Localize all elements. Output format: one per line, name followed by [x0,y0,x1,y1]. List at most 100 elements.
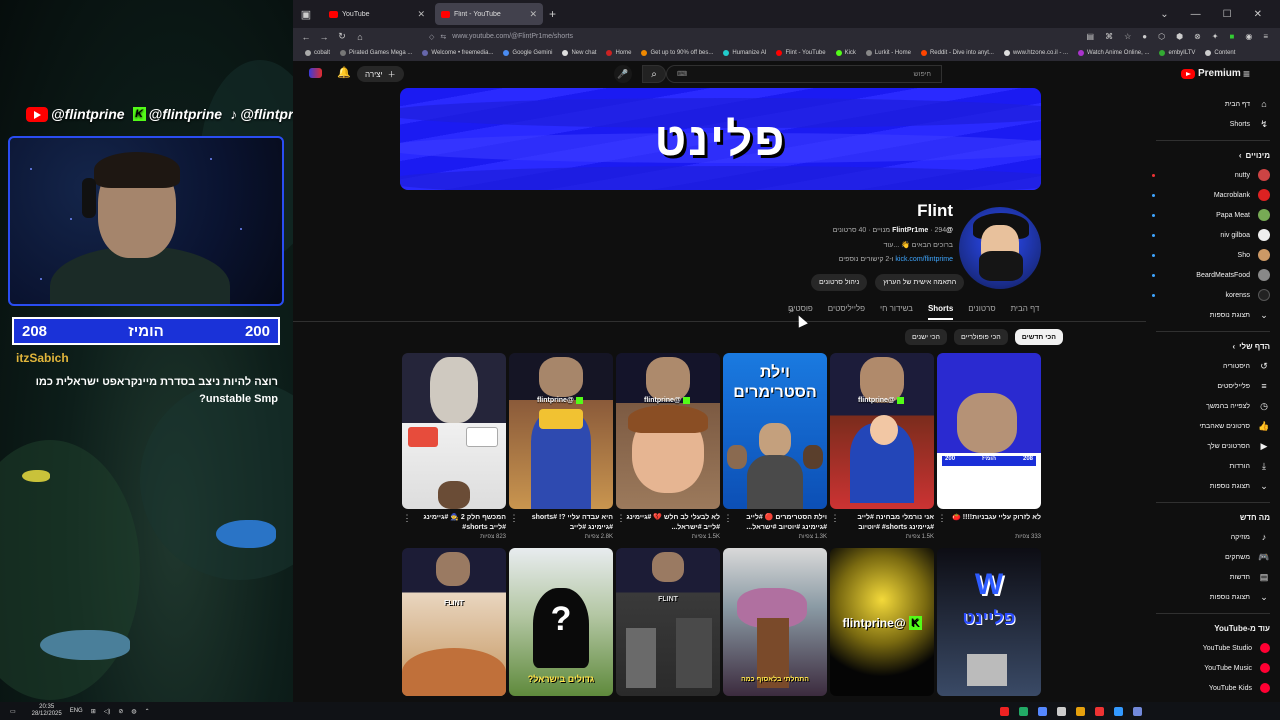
manage-videos-button[interactable]: ניהול סרטונים [811,274,868,291]
tray-icon[interactable]: ⊘ [118,708,123,715]
channel-link[interactable]: kick.com/flintprime [895,256,953,263]
bookmark-item[interactable]: Lurkit - Home [865,50,911,56]
short-title[interactable]: וילת הסטרימרים 🔴 #לייב #גיימינג #יוטיוב … [733,513,827,533]
close-window-button[interactable]: ✕ [1254,9,1262,20]
more-options-icon[interactable]: ⋮ [509,513,519,540]
short-card[interactable]: @flintprine לא לבעלי לב חלש 💔 #גיימינג #… [616,353,720,540]
app-icon[interactable] [1018,706,1028,716]
short-title[interactable]: לא לבעלי לב חלש 💔 #גיימינג #לייב #ישראל.… [626,513,720,533]
address-bar[interactable]: ◇ ⇆ www.youtube.com/@FlintPr1me/shorts [429,33,573,41]
tray-icon[interactable]: ◍ [131,708,136,715]
app-icon[interactable] [999,706,1009,716]
app-icon[interactable] [1132,706,1142,716]
short-card[interactable]: ? גדולים בישראל? [509,548,613,696]
sidebar-item-watch-later[interactable]: ◷ לצפייה בהמשך [1146,396,1280,416]
bookmark-item[interactable]: New chat [562,50,596,56]
sidebar-item-subscription[interactable]: Papa Meat [1146,205,1280,225]
bookmark-item[interactable]: Humanize AI [723,50,766,56]
tab-flint-youtube[interactable]: Flint - YouTube ✕ [435,3,543,25]
short-title[interactable]: המכשף חלק 2 🧙 #גיימינג #לייב shorts# [412,513,506,533]
network-icon[interactable]: ⊞ [91,708,96,715]
notification-center-icon[interactable]: ▭ [10,708,16,715]
short-thumbnail[interactable]: התחלתי בלאסוף כמה [723,548,827,696]
more-options-icon[interactable]: ⋮ [830,513,840,540]
account-icon[interactable]: ● [1142,32,1147,41]
search-button[interactable]: ⌕ [642,65,666,83]
tray-overflow-icon[interactable]: ⌃ [145,708,150,715]
bookmark-item[interactable]: www.htzone.co.il - ... [1003,50,1068,56]
short-thumbnail[interactable]: K @flintprine [830,548,934,696]
create-button[interactable]: יצירה ＋ [357,66,404,82]
more-options-icon[interactable]: ⋮ [616,513,626,540]
show-more-explore[interactable]: ⌄ תצוגת נוספות [1146,587,1280,607]
extension-icon[interactable]: ⬢ [1176,32,1183,41]
short-card[interactable]: @flintprine אני נורמלי מבחינה #לייב #גיי… [830,353,934,540]
sidebar-item-subscription[interactable]: nutty [1146,165,1280,185]
channel-search-icon[interactable]: ⌕ [789,305,795,316]
home-button[interactable]: ⌂ [351,32,369,42]
notifications-bell-icon[interactable]: 🔔 [337,66,351,79]
bookmark-item[interactable]: Get up to 90% off bes... [641,50,713,56]
app-icon[interactable] [1056,706,1066,716]
channel-description[interactable]: ברוכים הבאים 👋 ...עוד [593,241,953,249]
sidebar-item-yt-music[interactable]: YouTube Music [1146,658,1280,678]
bookmark-item[interactable]: cobalt [305,50,330,56]
sidebar-item-subscription[interactable]: korenss [1146,285,1280,305]
sidebar-item-home[interactable]: ⌂ דף הבית [1146,94,1280,114]
short-thumbnail[interactable]: FLINT [616,548,720,696]
app-icon[interactable] [1113,706,1123,716]
tab-live[interactable]: בשידור חי [880,304,913,320]
system-clock[interactable]: 20:35 28/12/2025 [32,704,62,718]
short-thumbnail[interactable]: @flintprine [509,353,613,509]
bookmark-item[interactable]: Home [606,50,631,56]
short-card[interactable]: וילת הסטרימרים וילת הסטרימרים 🔴 #לייב #ג… [723,353,827,540]
sidebar-item-yt-kids[interactable]: YouTube Kids [1146,678,1280,698]
short-title[interactable]: אני נורמלי מבחינה #לייב #גיימינג shorts#… [840,513,934,533]
short-card[interactable]: K @flintprine [830,548,934,696]
bookmark-item[interactable]: Flint - YouTube [776,50,826,56]
short-title[interactable]: היא עבדה עליי ?! #shorts #גיימינג #לייב [519,513,613,533]
short-card[interactable]: 208 הומיז 200 לא לזרוק עליי עגבניות!!!! … [937,353,1041,540]
subscriptions-header[interactable]: מינויים › [1146,145,1280,165]
translate-icon[interactable]: ⌘ [1105,32,1113,41]
extension-icon[interactable]: ⬡ [1158,32,1165,41]
sidebar-item-music[interactable]: ♪ מוזיקה [1146,527,1280,547]
short-card[interactable]: W פליינט [937,548,1041,696]
close-tab-icon[interactable]: ✕ [417,9,425,20]
bookmark-item[interactable]: Kick [835,50,856,56]
reload-button[interactable]: ↻ [333,31,351,42]
sidebar-item-history[interactable]: ↺ היסטוריה [1146,356,1280,376]
chip-oldest[interactable]: הכי ישנים [905,329,947,345]
extension-icon[interactable]: ■ [1230,32,1235,41]
short-thumbnail[interactable]: FLINT [402,548,506,696]
keyboard-icon[interactable]: ⌨ [677,70,687,78]
you-header[interactable]: הדף שלי › [1146,336,1280,356]
bookmark-item[interactable]: Google Gemini [503,50,552,56]
sidebar-item-subscription[interactable]: Macroblank [1146,185,1280,205]
minimize-button[interactable]: — [1191,9,1201,20]
app-icon[interactable] [1075,706,1085,716]
bookmark-star-icon[interactable]: ☆ [1124,32,1131,41]
show-more-subscriptions[interactable]: ⌄ תצוגת נוספות [1146,305,1280,325]
short-thumbnail[interactable]: 208 הומיז 200 [937,353,1041,509]
short-thumbnail[interactable]: @flintprine [616,353,720,509]
back-button[interactable]: ← [297,32,315,42]
short-thumbnail[interactable]: W פליינט [937,548,1041,696]
account-avatar[interactable] [309,68,322,78]
maximize-button[interactable]: ☐ [1223,9,1232,20]
sidebar-item-gaming[interactable]: 🎮 משחקים [1146,547,1280,567]
customize-channel-button[interactable]: התאמה אישית של הערוץ [875,274,965,291]
forward-button[interactable]: → [315,32,333,42]
short-thumbnail[interactable]: וילת הסטרימרים [723,353,827,509]
language-indicator[interactable]: ENG [70,708,83,714]
youtube-premium-logo[interactable]: Premium [1181,68,1241,79]
channel-links[interactable]: kick.com/flintprime ו-2 קישורים נוספים [593,256,953,263]
extension-icon[interactable]: ⊗ [1194,32,1201,41]
more-options-icon[interactable]: ⋮ [723,513,733,540]
sidebar-item-liked[interactable]: 👍 סרטונים שאהבתי [1146,416,1280,436]
tab-list-icon[interactable]: ▣ [293,8,319,21]
bookmark-item[interactable]: embyILTV [1159,50,1195,56]
short-card[interactable]: @flintprine היא עבדה עליי ?! #shorts #גי… [509,353,613,540]
short-thumbnail[interactable] [402,353,506,509]
show-more-you[interactable]: ⌄ תצוגת נוספות [1146,476,1280,496]
